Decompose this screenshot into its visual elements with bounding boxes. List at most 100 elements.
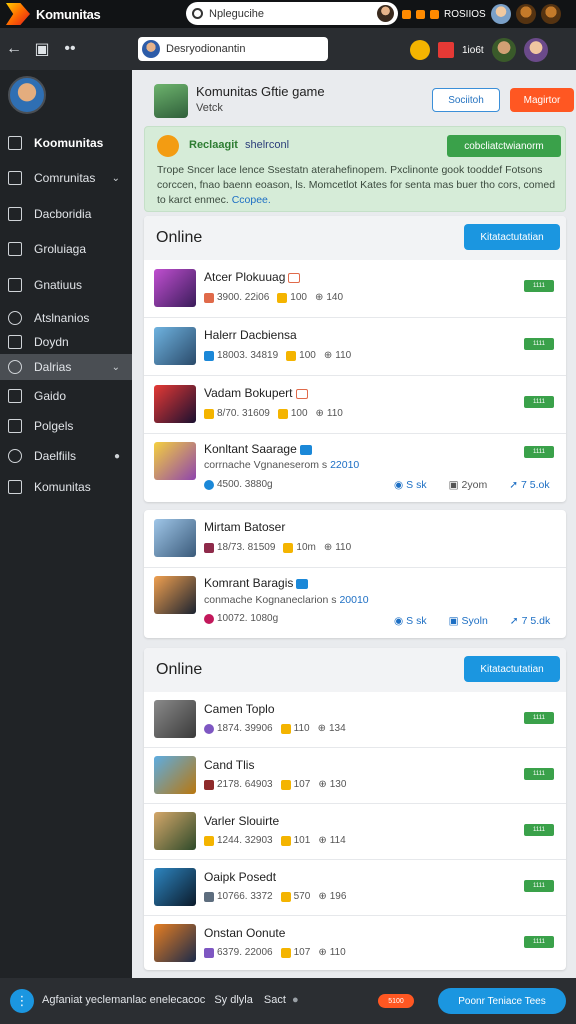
share-label: S sk	[406, 615, 427, 627]
list-item[interactable]: Konltant Saarage corrnache Vgnaneserom s…	[144, 434, 566, 502]
tag-icon	[299, 444, 312, 455]
game-thumbnail[interactable]	[154, 269, 196, 307]
list-item[interactable]: Camen Toplo 1874. 39906 110 ⊕ 134 1111	[144, 692, 566, 748]
game-thumbnail[interactable]	[154, 700, 196, 738]
like-action[interactable]: ➚ 7 5.ok	[509, 479, 549, 491]
flame-icon[interactable]	[416, 9, 425, 19]
chat-icon	[8, 171, 22, 185]
game-thumbnail[interactable]	[154, 519, 196, 557]
tag-icon	[296, 578, 309, 589]
coin-icon[interactable]	[410, 40, 430, 60]
notification-icon[interactable]	[402, 9, 411, 19]
app-logo[interactable]	[6, 3, 30, 25]
sidebar-item-gnatiuus[interactable]: Gnatiuus	[0, 272, 132, 298]
sidebar-item-polgels[interactable]: Polgels	[0, 413, 132, 439]
section-header: Online Kitatactutatian	[144, 648, 566, 692]
sidebar-item-gaido[interactable]: Gaido	[0, 383, 132, 409]
game-thumbnail[interactable]	[154, 576, 196, 614]
user-avatar[interactable]	[490, 4, 511, 24]
comment-action[interactable]: ▣ 2yom	[449, 479, 488, 491]
primary-action-button[interactable]: Poonr Teniace Tees	[438, 988, 566, 1014]
sidebar-item-dacboridia[interactable]: Dacboridia	[0, 201, 132, 227]
info-action-button[interactable]: cobcliatctwianorm	[447, 135, 561, 157]
list-item[interactable]: Oaipk Posedt 10766. 3372 570 ⊕ 196 1111	[144, 860, 566, 916]
list-item[interactable]: Mirtam Batoser 18/73. 81509 10m ⊕ 110	[144, 510, 566, 568]
list-item[interactable]: Vadam Bokupert 8/70. 31609 100 ⊕ 110 1111	[144, 376, 566, 434]
sidebar-item-groluiaga[interactable]: Groluiaga	[0, 236, 132, 262]
sidebar-item-komunitas-2[interactable]: Komunitas	[0, 474, 132, 500]
sidebar-item-atslnanios[interactable]: Atslnanios	[0, 305, 132, 331]
item-coins: 10m	[296, 542, 316, 553]
like-label: 7 5.dk	[521, 615, 551, 627]
tag-icon	[295, 388, 308, 399]
game-thumbnail[interactable]	[154, 756, 196, 794]
list-item[interactable]: Atcer Plokuuag 3900. 22i06 100 ⊕ 140 1111	[144, 260, 566, 318]
sidebar-item-doydn[interactable]: Doydn	[0, 329, 132, 355]
bottom-text-3[interactable]: Sact	[264, 994, 286, 1006]
item-subtitle-text: corrnache Vgnaneserom s	[204, 459, 328, 471]
section-action-button[interactable]: Kitatactutatian	[464, 656, 560, 682]
sidebar-item-komunitas[interactable]: Koomunitas	[0, 130, 132, 156]
arrow-icon: ➚	[509, 615, 519, 627]
item-title-text: Komrant Baragis	[204, 576, 294, 590]
community-thumbnail[interactable]	[154, 84, 188, 118]
friend-avatar[interactable]	[515, 4, 536, 24]
item-meta: 10766. 3372 570 ⊕ 196	[204, 891, 346, 902]
item-coins: 100	[290, 292, 307, 303]
pencil-icon	[8, 136, 22, 150]
item-stat: 18/73. 81509	[217, 542, 276, 553]
sidebar-item-comrunitas[interactable]: Comrunitas ⌄	[0, 165, 132, 191]
stat-icon	[204, 542, 214, 553]
top-search-input[interactable]: Nplegucihe	[186, 2, 398, 25]
status-badge: 1111	[524, 446, 554, 458]
list-item[interactable]: Onstan Oonute 6379. 22006 107 ⊕ 110 1111	[144, 916, 566, 970]
share-action[interactable]: ◉ S sk	[394, 479, 427, 491]
info-tag[interactable]: shelrconl	[245, 139, 289, 151]
nav-avatar-2[interactable]	[523, 38, 548, 62]
points-badge[interactable]: 5100	[378, 994, 414, 1008]
menu-fab-button[interactable]: ⋮	[10, 989, 34, 1013]
game-thumbnail[interactable]	[154, 868, 196, 906]
sidebar-item-label: Koomunitas	[34, 136, 104, 150]
item-coins: 100	[299, 350, 316, 361]
list-item[interactable]: Cand Tlis 2178. 64903 107 ⊕ 130 1111	[144, 748, 566, 804]
like-action[interactable]: ➚ 7 5.dk	[510, 615, 550, 627]
top-status-area: ROSIIOS	[402, 4, 561, 24]
profile-avatar[interactable]	[8, 76, 46, 114]
info-icon[interactable]: ●	[292, 994, 299, 1006]
item-meta: 10072. 1080g	[204, 613, 278, 624]
game-thumbnail[interactable]	[154, 327, 196, 365]
back-arrow-icon[interactable]: ←	[0, 40, 28, 58]
item-coins: 107	[293, 947, 311, 958]
game-thumbnail[interactable]	[154, 924, 196, 962]
game-thumbnail[interactable]	[154, 812, 196, 850]
list-item[interactable]: Varler Slouirte 1244. 32903 101 ⊕ 114 111…	[144, 804, 566, 860]
gift-icon[interactable]	[438, 42, 454, 58]
community-search-input[interactable]: Desryodionantin	[138, 37, 328, 61]
comment-action[interactable]: ▣ Syoln	[449, 615, 488, 627]
comment-label: Syoln	[461, 615, 488, 627]
online-section-continued: Mirtam Batoser 18/73. 81509 10m ⊕ 110 Kom…	[144, 510, 566, 638]
register-button[interactable]: Magirtor	[510, 88, 574, 112]
list-item[interactable]: Halerr Dacbiensa 18003. 34819 100 ⊕ 110 1…	[144, 318, 566, 376]
search-button[interactable]: Sociitoh	[432, 88, 500, 112]
search-avatar[interactable]	[377, 5, 394, 22]
nav-avatar[interactable]	[491, 38, 516, 62]
trophy-icon[interactable]	[430, 9, 439, 19]
sidebar-item-daelfiils[interactable]: Daelfiils ●	[0, 443, 132, 469]
sidebar-item-dalrias[interactable]: Dalrias ⌄	[0, 354, 132, 380]
info-link[interactable]: Ccopee.	[232, 194, 271, 206]
list-item[interactable]: Komrant Baragis conmache Kognaneclarion …	[144, 568, 566, 638]
friend-avatar-2[interactable]	[540, 4, 561, 24]
game-thumbnail[interactable]	[154, 385, 196, 423]
section-action-button[interactable]: Kitatactutatian	[464, 224, 560, 250]
info-icon	[204, 479, 214, 490]
tab-icon[interactable]: ▣	[28, 39, 56, 59]
stat-icon	[204, 350, 214, 361]
share-action[interactable]: ◉ S sk	[394, 615, 427, 627]
more-icon[interactable]: ••	[56, 40, 84, 58]
globe-icon	[8, 311, 22, 325]
info-body-text: Trope Sncer lace lence Ssestatn aterahef…	[157, 164, 556, 206]
game-thumbnail[interactable]	[154, 442, 196, 480]
item-title: Vadam Bokupert	[204, 386, 308, 400]
